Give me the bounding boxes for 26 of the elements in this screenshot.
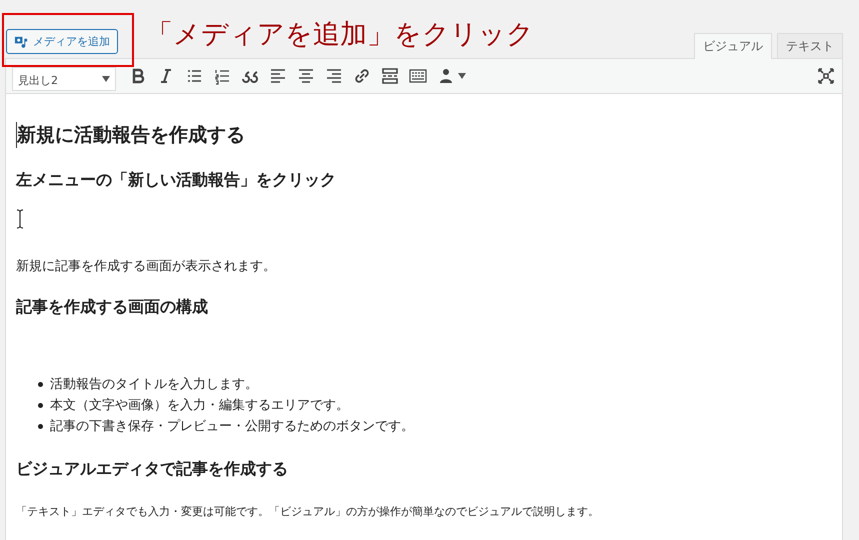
align-right-icon[interactable] [324, 66, 344, 86]
caret-icon [102, 76, 110, 82]
bullet-icon [38, 382, 43, 387]
paragraph: 新規に記事を作成する画面が表示されます。 [16, 258, 277, 275]
heading: 新規に活動報告を作成する [16, 122, 832, 148]
text-cursor-icon [16, 209, 24, 229]
align-left-icon[interactable] [268, 66, 288, 86]
paragraph: 「テキスト」エディタでも入力・変更は可能です。「ビジュアル」の方が操作が簡単なのでビジュアルで説明します。 [16, 504, 600, 519]
subheading: ビジュアルエディタで記事を作成する [16, 459, 289, 480]
align-center-icon[interactable] [296, 66, 316, 86]
subheading: 記事を作成する画面の構成 [16, 297, 209, 318]
bullet-icon [38, 403, 43, 408]
bullet-icon [38, 424, 43, 429]
read-more-icon[interactable] [380, 66, 400, 86]
add-media-button[interactable]: メディアを追加 [6, 29, 118, 54]
fullscreen-icon[interactable] [818, 68, 834, 84]
list-item: 本文（文字や画像）を入力・編集するエリアです。 [50, 397, 349, 415]
editor-tab[interactable]: ビジュアル [694, 33, 772, 59]
editor-tab[interactable]: テキスト [777, 33, 843, 58]
media-icon [14, 34, 29, 49]
list-item: 活動報告のタイトルを入力します。 [50, 376, 258, 394]
caret-icon[interactable] [458, 73, 466, 79]
list-item: 記事の下書き保存・プレビュー・公開するためのボタンです。 [50, 418, 414, 436]
subheading: 左メニューの「新しい活動報告」をクリック [16, 170, 337, 191]
format-select[interactable]: 見出し2 [12, 67, 116, 91]
annotation-text: 「メディアを追加」をクリック [146, 18, 534, 52]
